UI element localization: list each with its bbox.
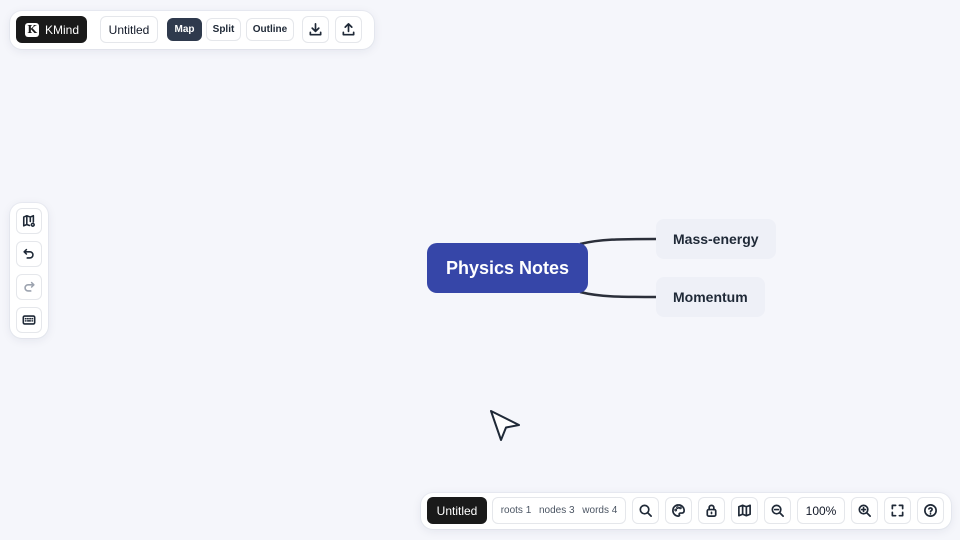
undo-button[interactable] bbox=[16, 241, 42, 267]
nodes-count: nodes 3 bbox=[538, 505, 575, 516]
map-view-button[interactable]: Map bbox=[167, 18, 202, 41]
fullscreen-icon bbox=[891, 504, 904, 517]
kmind-logo-icon: K bbox=[25, 22, 39, 37]
palette-icon bbox=[672, 504, 685, 517]
help-button[interactable] bbox=[917, 497, 944, 524]
search-button[interactable] bbox=[632, 497, 659, 524]
zoom-out-icon bbox=[771, 504, 784, 517]
brand-button[interactable]: K KMind bbox=[16, 16, 87, 43]
split-view-button[interactable]: Split bbox=[206, 18, 241, 41]
fullscreen-button[interactable] bbox=[884, 497, 911, 524]
outline-view-button[interactable]: Outline bbox=[246, 18, 294, 41]
lock-button[interactable] bbox=[698, 497, 725, 524]
download-icon bbox=[309, 23, 322, 36]
keyboard-icon bbox=[22, 315, 36, 325]
map-settings-button[interactable] bbox=[16, 208, 42, 234]
zoom-level[interactable]: 100% bbox=[797, 497, 845, 524]
zoom-in-icon bbox=[858, 504, 871, 517]
child-node-momentum[interactable]: Momentum bbox=[656, 277, 765, 317]
mouse-pointer-icon bbox=[490, 410, 520, 441]
edge-momentum bbox=[579, 290, 657, 299]
roots-count: roots 1 bbox=[500, 505, 532, 516]
upload-icon bbox=[342, 23, 355, 36]
edge-mass-energy bbox=[579, 237, 657, 246]
map-icon bbox=[738, 504, 751, 517]
document-title-button[interactable]: Untitled bbox=[100, 16, 158, 43]
keyboard-shortcuts-button[interactable] bbox=[16, 307, 42, 333]
root-node[interactable]: Physics Notes bbox=[427, 243, 588, 293]
bottom-toolbar: Untitled roots 1 nodes 3 words 4 100% bbox=[421, 493, 951, 529]
bottom-document-title[interactable]: Untitled bbox=[427, 497, 487, 524]
upload-button[interactable] bbox=[335, 16, 362, 43]
redo-button[interactable] bbox=[16, 274, 42, 300]
theme-button[interactable] bbox=[665, 497, 692, 524]
document-stats: roots 1 nodes 3 words 4 bbox=[492, 497, 626, 524]
minimap-button[interactable] bbox=[731, 497, 758, 524]
brand-name: KMind bbox=[45, 22, 80, 37]
child-node-mass-energy[interactable]: Mass-energy bbox=[656, 219, 776, 259]
lock-icon bbox=[706, 504, 717, 517]
undo-icon bbox=[23, 248, 34, 259]
words-count: words 4 bbox=[582, 505, 618, 516]
search-icon bbox=[639, 504, 652, 517]
redo-icon bbox=[24, 281, 35, 292]
zoom-out-button[interactable] bbox=[764, 497, 791, 524]
map-settings-icon bbox=[22, 214, 35, 227]
download-button[interactable] bbox=[302, 16, 329, 43]
top-toolbar: K KMind Untitled Map Split Outline bbox=[10, 11, 374, 49]
zoom-in-button[interactable] bbox=[851, 497, 878, 524]
help-icon bbox=[924, 504, 937, 517]
left-toolbar bbox=[10, 203, 48, 338]
